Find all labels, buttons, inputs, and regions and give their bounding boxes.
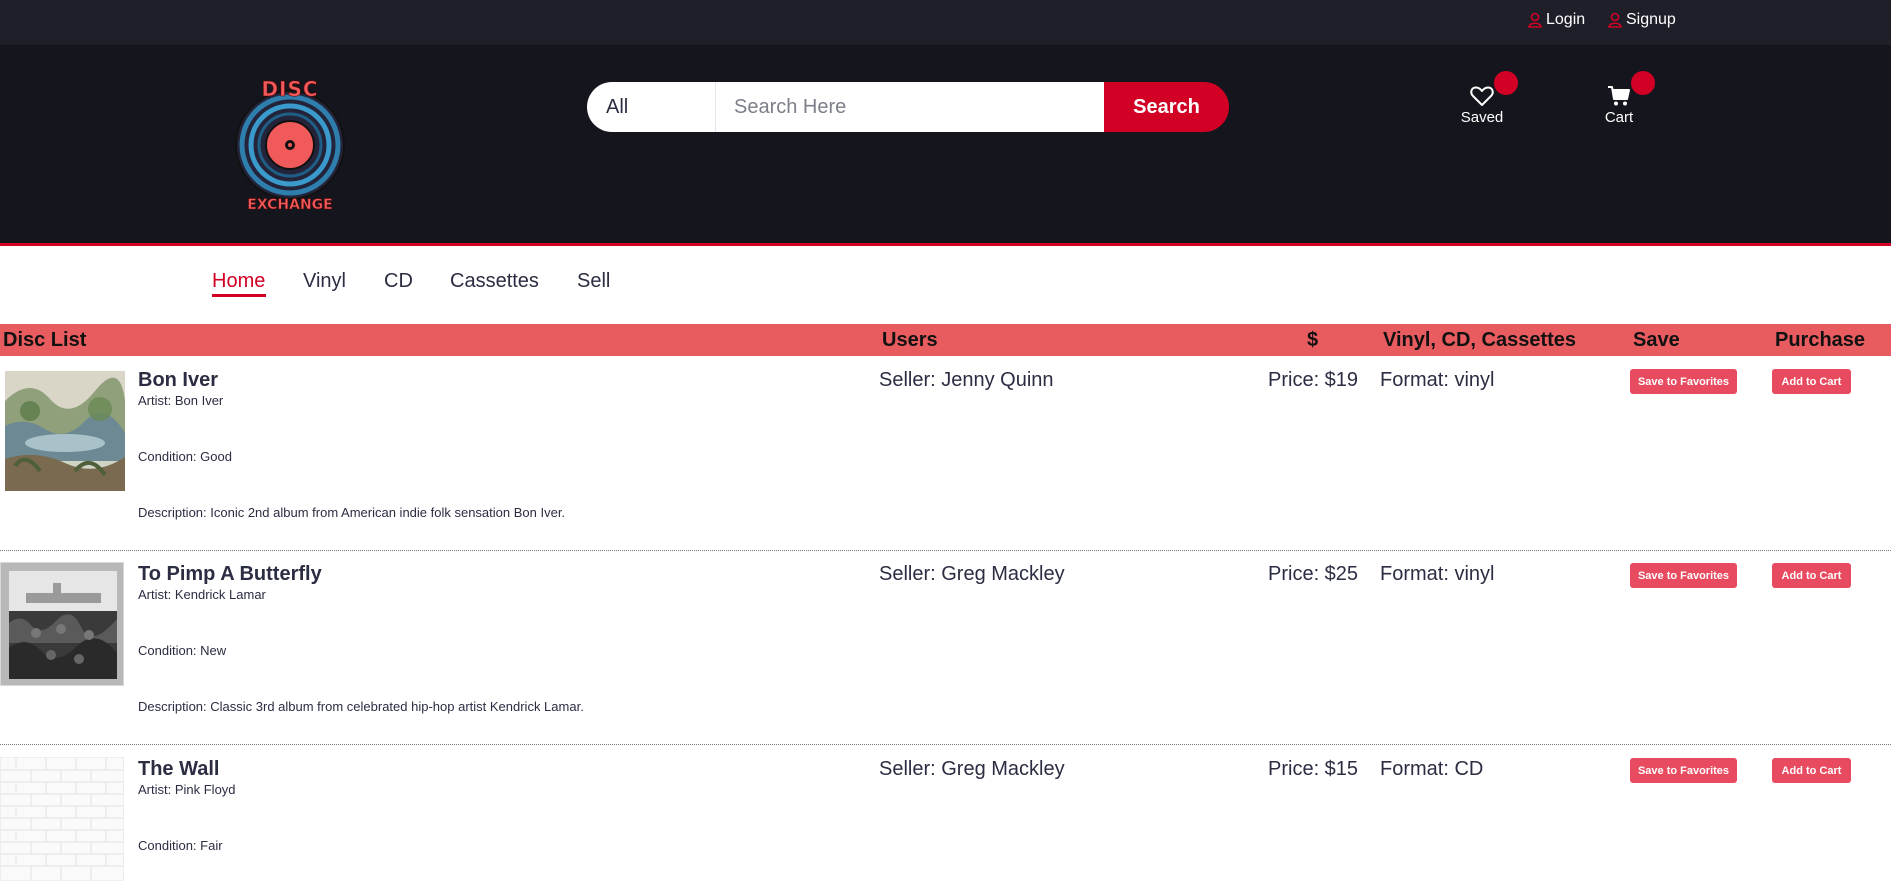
add-to-cart-button[interactable]: Add to Cart bbox=[1772, 369, 1851, 394]
signup-link[interactable]: Signup bbox=[1608, 10, 1676, 30]
top-bar: Login Signup bbox=[0, 0, 1891, 45]
site-logo[interactable]: DISC EXCHANGE bbox=[234, 75, 346, 215]
disc-condition: Condition: Fair bbox=[138, 838, 223, 853]
disc-title: The Wall bbox=[138, 758, 220, 780]
logo-text-bottom: EXCHANGE bbox=[247, 197, 333, 214]
search-category-select[interactable]: All bbox=[587, 82, 716, 132]
add-to-cart-button[interactable]: Add to Cart bbox=[1772, 563, 1851, 588]
search-input[interactable] bbox=[716, 82, 1104, 132]
disc-artist: Artist: Kendrick Lamar bbox=[138, 587, 266, 602]
disc-description: Description: Classic 3rd album from cele… bbox=[138, 699, 584, 714]
disc-title: Bon Iver bbox=[138, 369, 219, 391]
nav-home[interactable]: Home bbox=[212, 270, 265, 293]
login-link[interactable]: Login bbox=[1528, 10, 1585, 30]
disc-condition: Condition: New bbox=[138, 643, 227, 658]
col-header-save: Save bbox=[1633, 329, 1680, 351]
nav-cassettes[interactable]: Cassettes bbox=[450, 270, 539, 293]
col-header-users: Users bbox=[882, 329, 938, 351]
col-header-disc-list: Disc List bbox=[3, 329, 87, 351]
disc-seller: Seller: Greg Mackley bbox=[879, 563, 1065, 585]
signup-label: Signup bbox=[1626, 11, 1676, 28]
user-icon bbox=[1528, 12, 1542, 28]
save-to-favorites-button[interactable]: Save to Favorites bbox=[1630, 758, 1737, 783]
nav-active-underline bbox=[212, 294, 266, 297]
save-to-favorites-button[interactable]: Save to Favorites bbox=[1630, 369, 1737, 394]
disc-format: Format: vinyl bbox=[1380, 563, 1495, 585]
cart-count-badge bbox=[1631, 71, 1655, 95]
album-cover[interactable] bbox=[0, 757, 124, 881]
col-header-price: $ bbox=[1307, 329, 1319, 351]
disc-format: Format: vinyl bbox=[1380, 369, 1495, 391]
disc-table-header: Disc List Users $ Vinyl, CD, Cassettes S… bbox=[0, 324, 1891, 356]
logo-text-top: DISC bbox=[261, 77, 319, 102]
nav-cd[interactable]: CD bbox=[384, 270, 413, 293]
disc-artist: Artist: Bon Iver bbox=[138, 393, 224, 408]
saved-label: Saved bbox=[1460, 109, 1504, 126]
main-nav: Home Vinyl CD Cassettes Sell bbox=[0, 246, 1891, 324]
search-button[interactable]: Search bbox=[1104, 82, 1229, 132]
disc-seller: Seller: Jenny Quinn bbox=[879, 369, 1054, 391]
nav-vinyl[interactable]: Vinyl bbox=[303, 270, 346, 293]
save-to-favorites-button[interactable]: Save to Favorites bbox=[1630, 563, 1737, 588]
search-form: All Search bbox=[587, 82, 1229, 132]
nav-sell[interactable]: Sell bbox=[577, 270, 610, 293]
col-header-format: Vinyl, CD, Cassettes bbox=[1383, 329, 1577, 351]
disc-seller: Seller: Greg Mackley bbox=[879, 758, 1065, 780]
album-cover[interactable] bbox=[5, 371, 125, 491]
table-row: To Pimp A Butterfly Artist: Kendrick Lam… bbox=[0, 550, 1891, 744]
cart-label: Cart bbox=[1604, 109, 1634, 126]
disc-condition: Condition: Good bbox=[138, 449, 232, 464]
login-label: Login bbox=[1546, 11, 1586, 28]
disc-artist: Artist: Pink Floyd bbox=[138, 782, 236, 797]
add-to-cart-button[interactable]: Add to Cart bbox=[1772, 758, 1851, 783]
disc-description: Description: Iconic 2nd album from Ameri… bbox=[138, 505, 566, 520]
disc-price: Price: $19 bbox=[1268, 369, 1359, 391]
table-row: The Wall Artist: Pink Floyd Condition: F… bbox=[0, 744, 1891, 881]
shopping-cart-icon bbox=[1608, 86, 1630, 106]
disc-price: Price: $15 bbox=[1268, 758, 1359, 780]
main-header: DISC EXCHANGE All Search Saved Cart bbox=[0, 45, 1891, 246]
disc-format: Format: CD bbox=[1380, 758, 1484, 780]
saved-count-badge bbox=[1494, 71, 1518, 95]
col-header-purchase: Purchase bbox=[1775, 329, 1866, 351]
table-row: Bon Iver Artist: Bon Iver Condition: Goo… bbox=[0, 356, 1891, 550]
disc-price: Price: $25 bbox=[1268, 563, 1359, 585]
user-icon bbox=[1608, 12, 1622, 28]
heart-icon bbox=[1470, 86, 1494, 106]
disc-title: To Pimp A Butterfly bbox=[138, 563, 322, 585]
album-cover[interactable] bbox=[0, 562, 124, 686]
